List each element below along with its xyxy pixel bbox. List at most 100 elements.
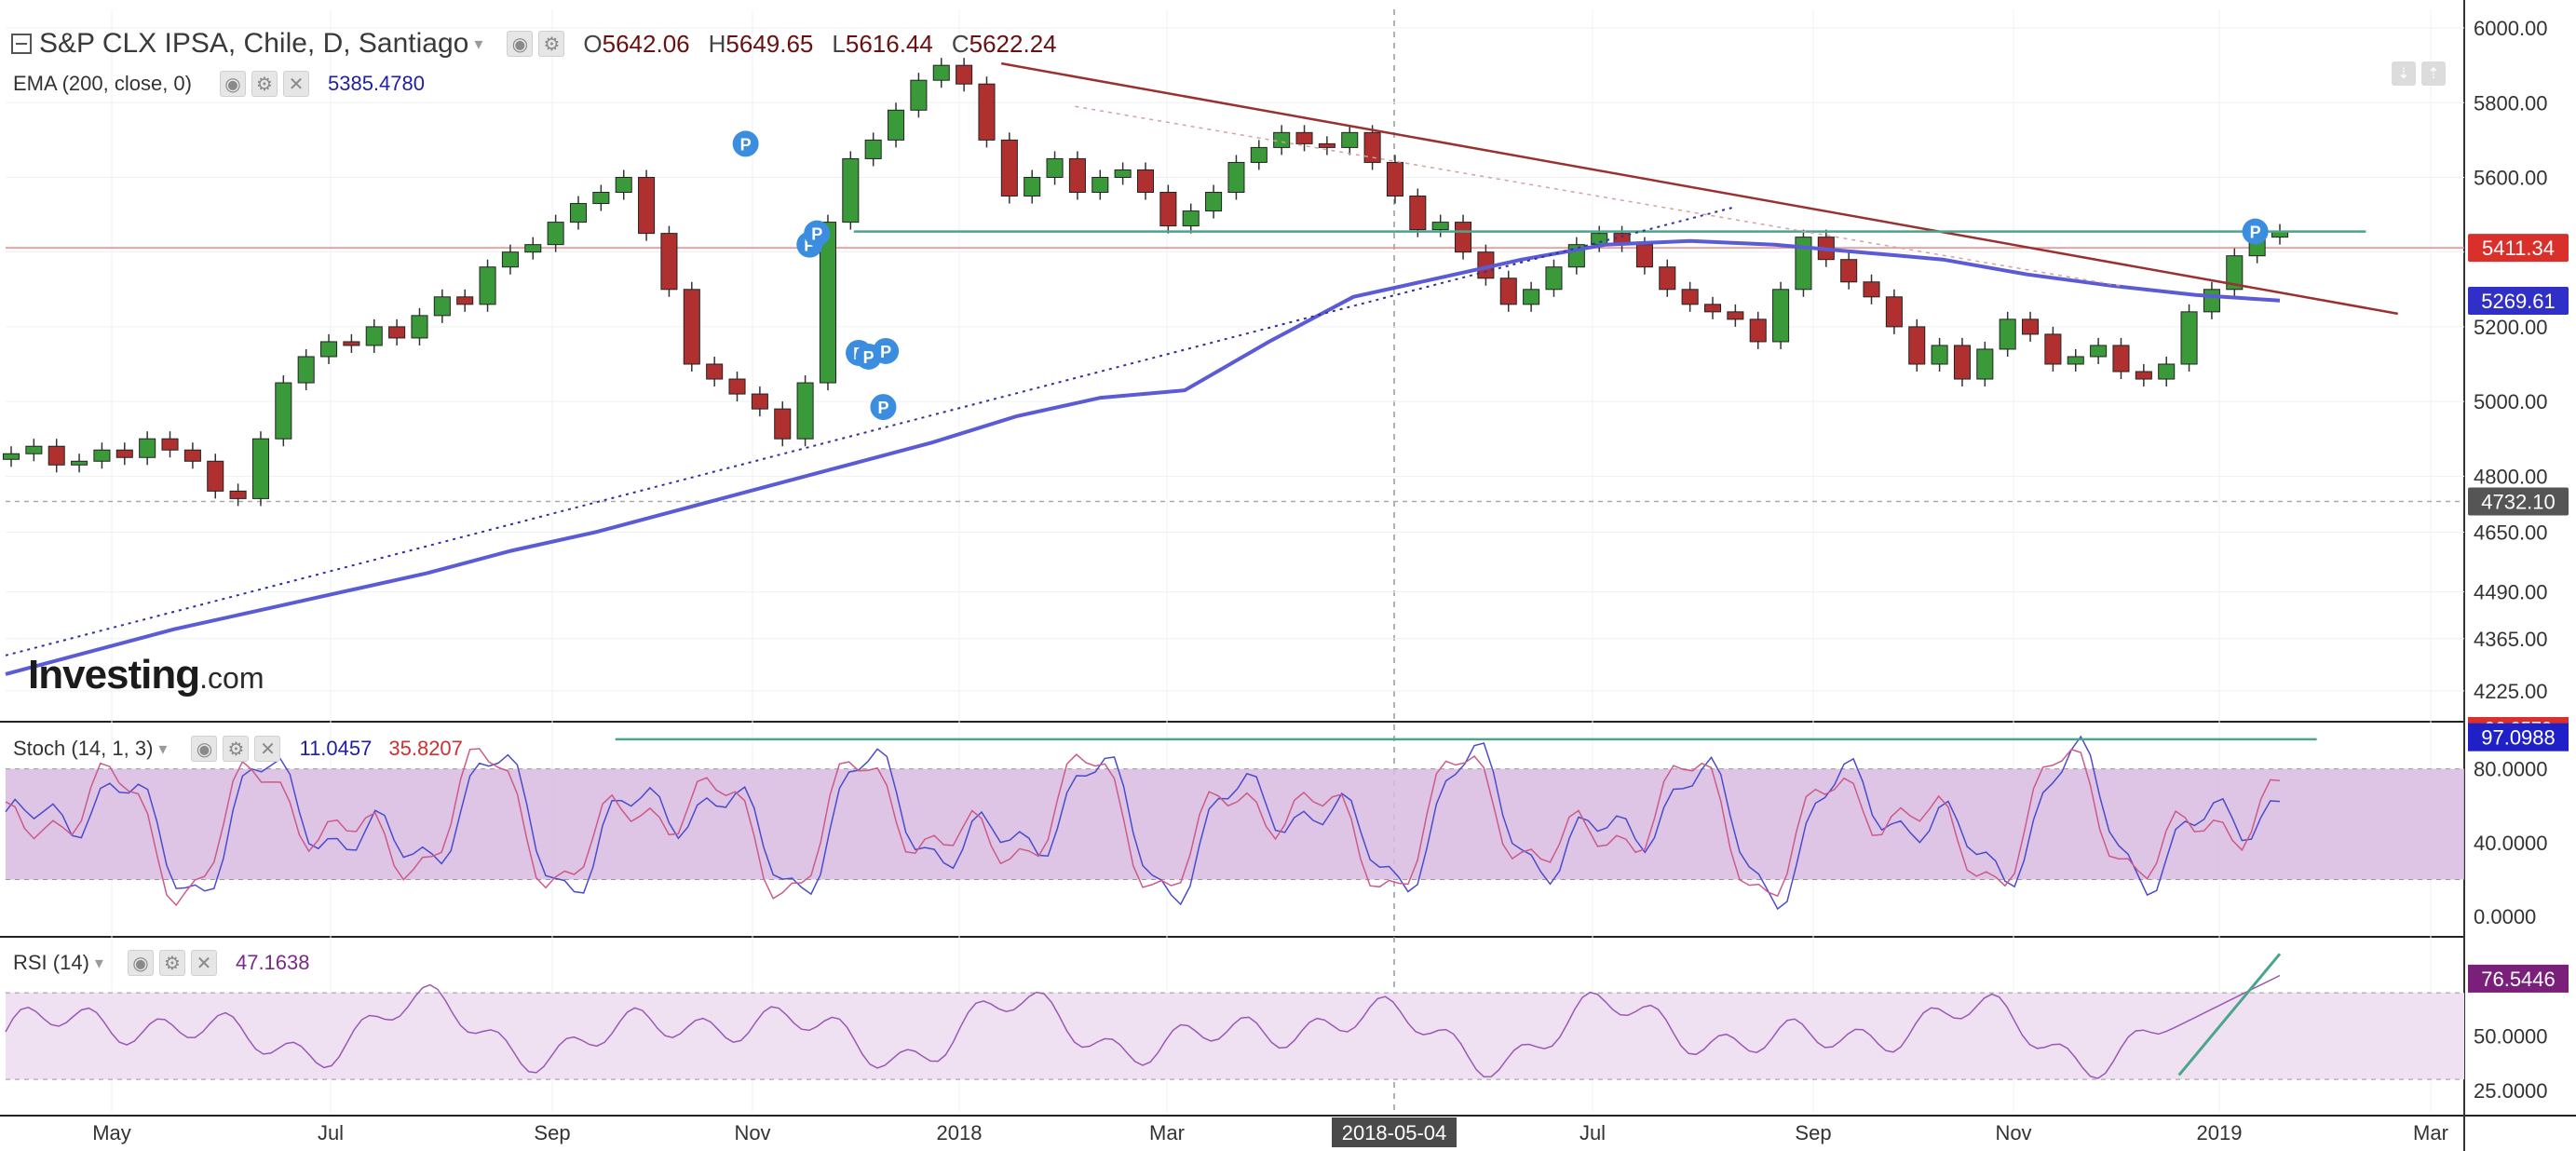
candle-body bbox=[1024, 176, 1041, 197]
close-icon[interactable]: ✕ bbox=[254, 736, 281, 762]
candle-body bbox=[1703, 304, 1722, 313]
candle-body bbox=[864, 139, 882, 159]
candle-body bbox=[569, 203, 588, 223]
price-tick-label: 5200.00 bbox=[2474, 316, 2548, 339]
candle-body bbox=[207, 460, 224, 492]
candle-body bbox=[2067, 356, 2084, 365]
candle-body bbox=[660, 233, 678, 291]
candle-body bbox=[139, 438, 156, 458]
time-tick-label: Nov bbox=[1995, 1121, 2031, 1144]
marker-label: P bbox=[811, 225, 822, 244]
gear-icon[interactable]: ⚙ bbox=[251, 71, 278, 97]
candle-body bbox=[1114, 169, 1132, 178]
candle-body bbox=[1931, 345, 1948, 365]
chevron-down-icon[interactable]: ▾ bbox=[158, 739, 167, 759]
ema-value: 5385.4780 bbox=[327, 72, 425, 95]
ohlc-close-value: 5622.24 bbox=[969, 29, 1057, 58]
close-icon[interactable]: ✕ bbox=[282, 71, 309, 97]
arrow-down-icon[interactable]: ⇣ bbox=[2392, 61, 2416, 86]
eye-icon[interactable]: ◉ bbox=[219, 71, 246, 97]
candle-body bbox=[479, 266, 496, 305]
candle-body bbox=[388, 326, 406, 339]
candle-body bbox=[1772, 289, 1790, 343]
logo-main: Investing bbox=[28, 652, 200, 697]
stoch-tick-label: 80.0000 bbox=[2474, 758, 2548, 781]
candle-body bbox=[1659, 266, 1676, 291]
candle-body bbox=[1431, 222, 1449, 231]
chevron-down-icon[interactable]: ▾ bbox=[474, 34, 482, 54]
rsi-last-badge-label: 76.5446 bbox=[2481, 968, 2556, 991]
candle-body bbox=[1499, 278, 1517, 305]
marker-label: P bbox=[2250, 223, 2261, 242]
candle-body bbox=[2090, 345, 2108, 358]
price-tick-label: 6000.00 bbox=[2474, 17, 2548, 40]
candle-body bbox=[1863, 281, 1880, 298]
candle-body bbox=[1046, 157, 1064, 178]
candle-body bbox=[2158, 363, 2176, 380]
stoch-band bbox=[6, 768, 2464, 880]
candle-body bbox=[1000, 139, 1018, 197]
candle-body bbox=[1250, 146, 1268, 163]
investing-logo: Investing.com bbox=[28, 652, 264, 698]
candle-body bbox=[910, 79, 928, 111]
candle-body bbox=[1409, 196, 1427, 231]
marker-label: P bbox=[880, 343, 891, 361]
candle-body bbox=[501, 251, 519, 268]
eye-icon[interactable]: ◉ bbox=[127, 950, 154, 976]
rsi-band bbox=[6, 993, 2464, 1080]
collapse-icon[interactable] bbox=[11, 34, 32, 54]
candle-body bbox=[706, 363, 724, 380]
candle-body bbox=[251, 438, 269, 499]
candle-body bbox=[456, 296, 474, 305]
crosshair-date-label: 2018-05-04 bbox=[1342, 1121, 1447, 1144]
price-tick-label: 4490.00 bbox=[2474, 581, 2548, 604]
price-badge-label: 4732.10 bbox=[2481, 491, 2556, 514]
marker-label: P bbox=[863, 348, 874, 367]
candle-body bbox=[524, 244, 542, 253]
candle-body bbox=[1341, 131, 1359, 148]
candle-body bbox=[888, 109, 905, 141]
chart-canvas[interactable]: May Jul Sep Nov 2018 Mar Jul Sep Nov 2019 Mar 2018-… bbox=[0, 0, 2576, 1151]
candle-body bbox=[275, 382, 292, 440]
gear-icon[interactable]: ⚙ bbox=[158, 950, 185, 976]
logo-suffix: .com bbox=[199, 661, 264, 695]
stoch-label: Stoch (14, 1, 3) bbox=[13, 737, 154, 760]
candle-body bbox=[1908, 326, 1926, 365]
candle-body bbox=[1953, 345, 1971, 380]
chevron-down-icon[interactable]: ▾ bbox=[95, 954, 103, 973]
ohlc-high-value: 5649.65 bbox=[725, 29, 814, 58]
ohlc-open-key: O bbox=[583, 29, 603, 58]
maximize-icon[interactable]: ⇡ bbox=[2421, 61, 2446, 86]
candle-body bbox=[411, 315, 428, 339]
eye-icon[interactable]: ◉ bbox=[191, 736, 218, 762]
candle-body bbox=[956, 64, 973, 85]
time-tick-label: Nov bbox=[734, 1121, 770, 1144]
price-tick-label: 4800.00 bbox=[2474, 465, 2548, 488]
stoch-legend: Stoch (14, 1, 3) ▾ ◉ ⚙ ✕ 11.0457 35.8207 bbox=[13, 736, 463, 762]
candle-body bbox=[229, 490, 247, 499]
candle-body bbox=[1136, 169, 1155, 194]
close-icon[interactable]: ✕ bbox=[190, 950, 217, 976]
candle-body bbox=[547, 222, 564, 246]
eye-icon[interactable]: ◉ bbox=[507, 31, 534, 57]
gear-icon[interactable]: ⚙ bbox=[223, 736, 250, 762]
candle-body bbox=[615, 176, 632, 194]
candle-body bbox=[115, 449, 133, 458]
candle-body bbox=[183, 449, 201, 462]
marker-label: P bbox=[877, 399, 888, 417]
candle-body bbox=[433, 296, 451, 317]
candle-body bbox=[1749, 318, 1767, 343]
stoch-last-badge-label: 97.0988 bbox=[2481, 726, 2556, 750]
candle-body bbox=[1068, 157, 1086, 194]
price-tick-label: 4365.00 bbox=[2474, 628, 2548, 651]
gear-icon[interactable]: ⚙ bbox=[538, 31, 565, 57]
candle-body bbox=[2, 453, 20, 460]
candle-body bbox=[320, 341, 338, 358]
ema-legend: EMA (200, close, 0) ◉ ⚙ ✕ 5385.4780 bbox=[13, 71, 425, 97]
candle-body bbox=[47, 445, 65, 466]
time-tick-label: Jul bbox=[1579, 1121, 1606, 1144]
price-badge-label: 5269.61 bbox=[2481, 290, 2556, 313]
stoch-tick-label: 0.0000 bbox=[2474, 905, 2536, 928]
candle-body bbox=[1681, 289, 1699, 305]
candle-body bbox=[774, 408, 792, 440]
